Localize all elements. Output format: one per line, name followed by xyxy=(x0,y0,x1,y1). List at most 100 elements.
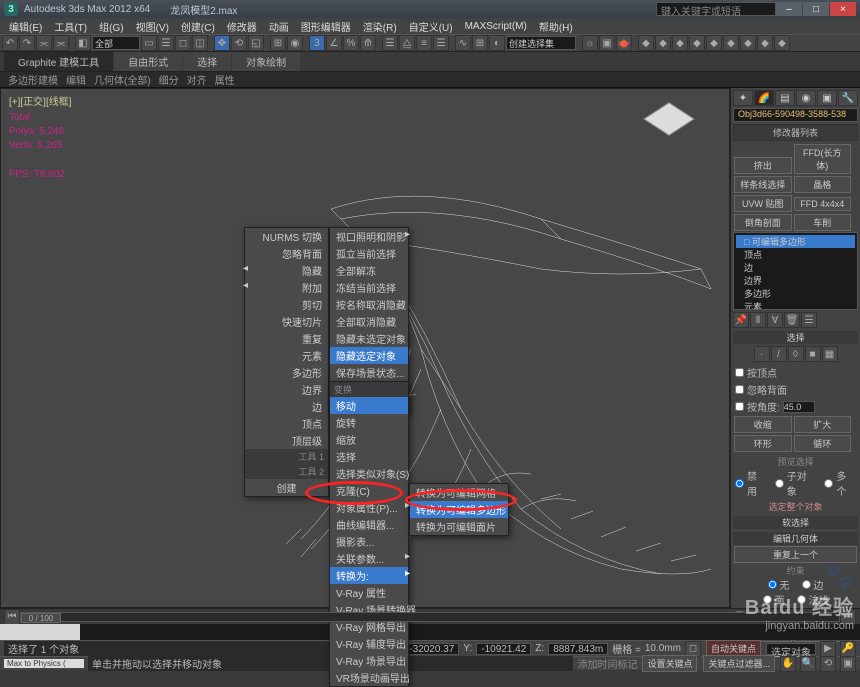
cp-hierarchy-icon[interactable]: ▤ xyxy=(775,90,795,106)
ribbon-sub-2[interactable]: 几何体(全部) xyxy=(94,72,151,87)
minimize-button[interactable]: – xyxy=(776,2,802,16)
constraint-edge-radio[interactable] xyxy=(802,580,811,589)
align-icon[interactable]: ≡ xyxy=(416,35,432,51)
cm-move[interactable]: 移动 xyxy=(330,397,408,414)
cm-select-similar[interactable]: 选择类似对象(S) xyxy=(330,465,408,482)
cm-nurms[interactable]: NURMS 切换 xyxy=(245,228,328,245)
ribbon-sub-4[interactable]: 对齐 xyxy=(187,72,207,87)
cm-hide-unsel[interactable]: 隐藏未选定对象 xyxy=(330,330,408,347)
link-icon[interactable]: ⫘ xyxy=(36,35,52,51)
cm-rotate[interactable]: 旋转 xyxy=(330,414,408,431)
cm-vray-aux-exp[interactable]: V-Ray 辅度导出 xyxy=(330,635,408,652)
select-rect-icon[interactable]: ◻ xyxy=(175,35,191,51)
ribbon-sub-3[interactable]: 细分 xyxy=(159,72,179,87)
material-icon[interactable]: ◐ xyxy=(489,35,505,51)
by-angle-check[interactable] xyxy=(735,402,744,411)
coord-x[interactable]: -32020.37 xyxy=(404,643,459,655)
key-mode-icon[interactable]: 🔑 xyxy=(840,641,856,657)
select-filter-dropdown[interactable]: 全部 xyxy=(92,36,140,50)
stack-polygon[interactable]: 多边形 xyxy=(736,287,855,300)
coord-z[interactable]: 8887.843m xyxy=(548,643,608,655)
cp-modify-icon[interactable]: 🌈 xyxy=(754,90,774,106)
ribbon-sub-5[interactable]: 属性 xyxy=(215,72,235,87)
configure-icon[interactable]: ☰ xyxy=(801,312,817,328)
by-vertex-check[interactable] xyxy=(735,368,744,377)
curve-editor-icon[interactable]: ∿ xyxy=(455,35,471,51)
preview-multi-radio[interactable] xyxy=(824,479,833,488)
cm-unhide-name[interactable]: 按名称取消隐藏 xyxy=(330,296,408,313)
render-setup-icon[interactable]: ☼ xyxy=(582,35,598,51)
cp-create-icon[interactable]: ✦ xyxy=(733,90,753,106)
unique-icon[interactable]: ∀ xyxy=(767,312,783,328)
mod-btn-2-0[interactable]: UVW 贴图 xyxy=(734,195,792,212)
cm-conv-patch[interactable]: 转换为可编辑面片 xyxy=(410,518,508,535)
cm-select[interactable]: 选择 xyxy=(330,448,408,465)
constraint-none-radio[interactable] xyxy=(768,580,777,589)
timeline-start-icon[interactable]: ⏮ xyxy=(4,609,20,625)
show-end-icon[interactable]: Ⅱ xyxy=(750,312,766,328)
constraint-face-radio[interactable] xyxy=(763,595,772,604)
rollout-softsel[interactable]: 软选择 xyxy=(733,516,858,529)
menu-group[interactable]: 组(G) xyxy=(94,19,128,34)
mod-btn-0-1[interactable]: FFD(长方体) xyxy=(794,144,852,174)
play-icon[interactable]: ▶ xyxy=(820,641,836,657)
cm-element[interactable]: 元素 xyxy=(245,347,328,364)
trackbar-keys[interactable] xyxy=(80,624,860,640)
cm-vray-anim-exp[interactable]: VR场景动画导出 xyxy=(330,669,408,686)
cm-scale[interactable]: 缩放 xyxy=(330,431,408,448)
coord-y[interactable]: -10921.42 xyxy=(476,643,531,655)
t4-icon[interactable]: ◆ xyxy=(689,35,705,51)
remove-mod-icon[interactable]: 🗑 xyxy=(784,312,800,328)
named-sel-icon[interactable]: ☰ xyxy=(382,35,398,51)
named-selection-dropdown[interactable]: 创建选择集 xyxy=(506,36,576,50)
menu-customize[interactable]: 自定义(U) xyxy=(404,19,458,34)
percent-snap-icon[interactable]: % xyxy=(343,35,359,51)
cm-top[interactable]: 顶层级 xyxy=(245,432,328,449)
rollout-selection[interactable]: 选择 xyxy=(733,331,858,344)
cm-unfreeze-all[interactable]: 全部解冻 xyxy=(330,262,408,279)
viewport-label[interactable]: [+][正交][线框] xyxy=(9,93,72,108)
stack-border[interactable]: 边界 xyxy=(736,274,855,287)
preview-off-radio[interactable] xyxy=(735,479,744,488)
loop-button[interactable]: 循环 xyxy=(794,435,852,452)
pin-stack-icon[interactable]: 📌 xyxy=(733,312,749,328)
nav-orbit-icon[interactable]: ⟲ xyxy=(820,656,836,672)
grow-button[interactable]: 扩大 xyxy=(794,416,852,433)
render-icon[interactable]: 🫖 xyxy=(616,35,632,51)
undo-icon[interactable]: ↶ xyxy=(2,35,18,51)
angle-snap-icon[interactable]: ∠ xyxy=(326,35,342,51)
menu-tools[interactable]: 工具(T) xyxy=(49,19,92,34)
stack-element[interactable]: 元素 xyxy=(736,300,855,310)
menu-animation[interactable]: 动画 xyxy=(264,19,294,34)
angle-spinner[interactable] xyxy=(783,401,815,413)
snap-icon[interactable]: 3 xyxy=(309,35,325,51)
select-icon[interactable]: ▭ xyxy=(141,35,157,51)
pivot-icon[interactable]: ◉ xyxy=(287,35,303,51)
ribbon-sub-1[interactable]: 编辑 xyxy=(66,72,86,87)
t1-icon[interactable]: ◆ xyxy=(638,35,654,51)
cm-conv-poly[interactable]: 转换为可编辑多边形 xyxy=(410,501,508,518)
preview-sub-radio[interactable] xyxy=(775,479,784,488)
mod-btn-0-0[interactable]: 挤出 xyxy=(734,157,792,174)
render-frame-icon[interactable]: ▣ xyxy=(599,35,615,51)
cm-vray-scene-exp[interactable]: V-Ray 场景导出 xyxy=(330,652,408,669)
cm-obj-props[interactable]: 对象属性(P)... xyxy=(330,499,408,516)
menu-views[interactable]: 视图(V) xyxy=(131,19,174,34)
ref-coord-icon[interactable]: ⊞ xyxy=(270,35,286,51)
stack-vertex[interactable]: 顶点 xyxy=(736,248,855,261)
cm-border[interactable]: 边界 xyxy=(245,381,328,398)
t7-icon[interactable]: ◆ xyxy=(740,35,756,51)
subobj-border-icon[interactable]: ◊ xyxy=(788,346,804,362)
t2-icon[interactable]: ◆ xyxy=(655,35,671,51)
ring-button[interactable]: 环形 xyxy=(734,435,792,452)
t5-icon[interactable]: ◆ xyxy=(706,35,722,51)
mod-btn-2-1[interactable]: FFD 4x4x4 xyxy=(794,197,852,211)
keyfilter-dropdown[interactable]: 选定对象 xyxy=(766,643,816,655)
unlink-icon[interactable]: ⫘ xyxy=(53,35,69,51)
move-icon[interactable]: ✥ xyxy=(214,35,230,51)
menu-maxscript[interactable]: MAXScript(M) xyxy=(460,21,532,32)
modifier-list-dropdown[interactable]: 修改器列表 xyxy=(734,125,857,140)
t8-icon[interactable]: ◆ xyxy=(757,35,773,51)
cp-display-icon[interactable]: ▣ xyxy=(817,90,837,106)
cm-create[interactable]: 创建 xyxy=(245,479,328,496)
